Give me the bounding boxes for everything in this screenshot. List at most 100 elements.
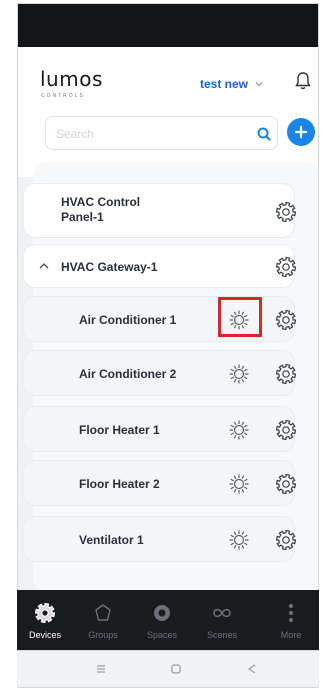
control-ray: [230, 368, 234, 372]
control-ray: [244, 432, 248, 436]
search-icon[interactable]: [256, 126, 272, 142]
gear-outline: [275, 529, 297, 551]
control-ray: [233, 379, 237, 383]
plus-icon: [294, 125, 308, 139]
device-card-hvac-control-panel[interactable]: HVAC Control Panel-1: [23, 183, 297, 238]
control-ray: [233, 489, 237, 493]
device-control-icon[interactable]: [228, 473, 250, 495]
gear-center: [282, 426, 290, 434]
tab-label: Spaces: [146, 630, 178, 640]
control-center: [233, 478, 245, 490]
device-card-floor-heater-1[interactable]: Floor Heater 1: [23, 406, 297, 452]
control-ray: [244, 424, 248, 428]
control-ray: [244, 376, 248, 380]
chevron-up-icon[interactable]: [38, 261, 50, 271]
control-ray: [241, 435, 245, 439]
control-ray: [241, 531, 245, 535]
gear-icon[interactable]: [275, 363, 297, 385]
control-ray: [241, 545, 245, 549]
gear-icon[interactable]: [275, 256, 297, 278]
gear-icon[interactable]: [275, 419, 297, 441]
control-ray: [230, 432, 234, 436]
device-card-air-conditioner-2[interactable]: Air Conditioner 2: [23, 350, 297, 396]
tab-label: Groups: [88, 630, 118, 640]
control-ray: [244, 368, 248, 372]
gear-icon[interactable]: [275, 473, 297, 495]
control-ray: [241, 475, 245, 479]
gear-center: [282, 370, 290, 378]
control-ray: [230, 534, 234, 538]
gear-outline: [275, 201, 297, 223]
control-ray: [233, 365, 237, 369]
control-ray: [233, 531, 237, 535]
control-ray: [241, 421, 245, 425]
control-ray: [241, 489, 245, 493]
lumos-logo: lumos CONTROLS: [40, 67, 110, 99]
control-ray: [230, 542, 234, 546]
tab-label: Scenes: [206, 630, 238, 640]
device-label: Air Conditioner 1: [79, 313, 177, 327]
device-card-floor-heater-2[interactable]: Floor Heater 2: [23, 460, 297, 506]
tab-groups[interactable]: Groups: [73, 590, 133, 650]
status-bar: [18, 4, 318, 47]
phone-screen: lumos CONTROLS test new: [17, 3, 319, 688]
device-control-icon[interactable]: [228, 529, 250, 551]
gear-outline: [275, 256, 297, 278]
logo-subtext: CONTROLS: [41, 93, 85, 99]
home-icon[interactable]: [169, 662, 183, 676]
user-menu[interactable]: test new: [200, 75, 264, 93]
add-button[interactable]: [287, 118, 315, 146]
device-label: Air Conditioner 2: [79, 367, 177, 381]
control-ray: [244, 486, 248, 490]
device-label: Ventilator 1: [79, 533, 144, 547]
gear-icon[interactable]: [275, 529, 297, 551]
device-control-icon[interactable]: [228, 363, 250, 385]
bell-icon[interactable]: [294, 71, 312, 91]
control-ray: [241, 379, 245, 383]
control-ray: [233, 435, 237, 439]
device-control-icon[interactable]: [228, 419, 250, 441]
scenes-icon: [213, 608, 231, 618]
gear-center: [282, 480, 290, 488]
gear-icon[interactable]: [275, 201, 297, 223]
recents-icon[interactable]: [94, 662, 108, 676]
tab-spaces[interactable]: Spaces: [132, 590, 192, 650]
gear-outline: [275, 473, 297, 495]
device-card-ventilator-1[interactable]: Ventilator 1: [23, 516, 297, 562]
more-icon: [289, 604, 293, 622]
control-ray: [244, 542, 248, 546]
gear-center: [41, 609, 49, 617]
control-ray: [233, 421, 237, 425]
back-icon[interactable]: [245, 662, 259, 676]
device-card-hvac-gateway[interactable]: HVAC Gateway-1: [23, 244, 297, 288]
control-ray: [241, 365, 245, 369]
search-input[interactable]: [56, 123, 236, 145]
gear-outline: [275, 419, 297, 441]
gear-icon[interactable]: [275, 309, 297, 331]
gear-center: [282, 536, 290, 544]
gear-outline: [275, 309, 297, 331]
search-box[interactable]: [45, 116, 278, 150]
bottom-tab-bar: Devices Groups Spaces Scenes More: [17, 590, 319, 650]
logo-wordmark: lumos: [40, 67, 103, 91]
device-label: Floor Heater 1: [79, 423, 160, 437]
control-ray: [230, 376, 234, 380]
device-label: Floor Heater 2: [79, 477, 160, 491]
control-center: [233, 424, 245, 436]
control-center: [233, 534, 245, 546]
chevron-down-icon: [255, 82, 263, 87]
tab-more[interactable]: More: [261, 590, 321, 650]
tab-scenes[interactable]: Scenes: [192, 590, 252, 650]
user-name: test new: [200, 77, 249, 91]
tab-devices[interactable]: Devices: [15, 590, 75, 650]
gear-center: [282, 316, 290, 324]
control-ray: [230, 486, 234, 490]
system-nav-bar: [17, 650, 319, 685]
device-label-line2: Panel-1: [61, 210, 104, 224]
control-ray: [230, 478, 234, 482]
control-center: [233, 368, 245, 380]
gear-center: [282, 263, 290, 271]
app-header: lumos CONTROLS test new: [18, 47, 318, 177]
control-ray: [233, 545, 237, 549]
groups-icon: [95, 604, 111, 621]
